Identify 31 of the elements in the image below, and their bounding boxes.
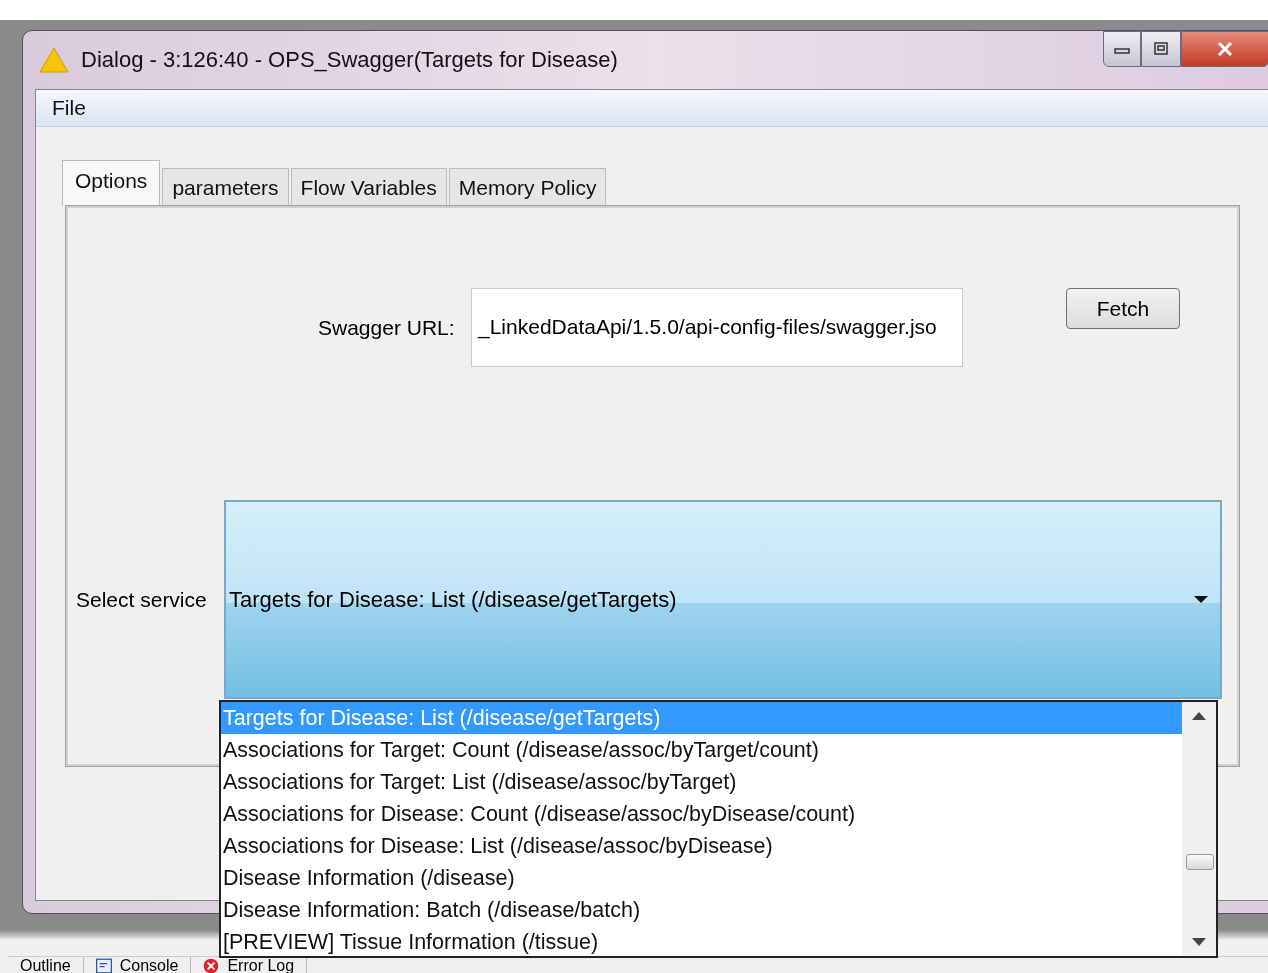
scroll-down-icon	[1192, 938, 1206, 946]
maximize-icon	[1152, 41, 1170, 57]
url-field[interactable]: _LinkedDataApi/1.5.0/api-config-files/swagger.jso	[471, 288, 963, 367]
warning-icon	[39, 47, 69, 73]
dropdown-option[interactable]: Associations for Disease: List (/disease/assoc/byDisease)	[221, 830, 1182, 862]
minimize-button[interactable]	[1103, 31, 1141, 67]
tab[interactable]: Options	[62, 160, 161, 206]
close-icon	[1215, 41, 1235, 57]
dropdown-option[interactable]: Associations for Disease: Count (/disease/assoc/byDisease/count)	[221, 798, 1182, 830]
tab[interactable]: Memory Policy	[448, 168, 607, 206]
window-title: Dialog - 3:126:40 - OPS_Swagger(Targets for Disease)	[81, 47, 618, 73]
menu-item[interactable]: File	[52, 96, 86, 120]
fetch-button[interactable]: Fetch	[1066, 288, 1180, 329]
service-dropdown[interactable]: Targets for Disease: List (/disease/getTargets)	[224, 500, 1222, 699]
dropdown-option[interactable]: Associations for Target: Count (/disease/assoc/byTarget/count)	[221, 734, 1182, 766]
field-label: Select service	[76, 587, 208, 612]
close-button[interactable]	[1181, 31, 1268, 67]
scrollbar[interactable]	[1182, 702, 1216, 956]
scroll-up-icon	[1192, 712, 1206, 720]
caret-icon	[1194, 595, 1208, 604]
scroll-thumb[interactable]	[1186, 854, 1214, 870]
dropdown-option[interactable]: Disease Information (/disease)	[221, 862, 1182, 894]
tab[interactable]: parameters	[162, 168, 289, 206]
error-icon	[203, 957, 220, 973]
dropdown-option[interactable]: Associations for Target: List (/disease/assoc/byTarget)	[221, 766, 1182, 798]
tab[interactable]: Flow Variables	[290, 168, 447, 206]
dropdown-option[interactable]: Disease Information: Batch (/disease/batch)	[221, 894, 1182, 926]
maximize-button[interactable]	[1141, 31, 1181, 67]
console-icon	[95, 957, 112, 973]
field-label: Swagger URL:	[318, 316, 456, 340]
dropdown-option[interactable]: [PREVIEW] Tissue Information (/tissue)	[221, 926, 1182, 958]
